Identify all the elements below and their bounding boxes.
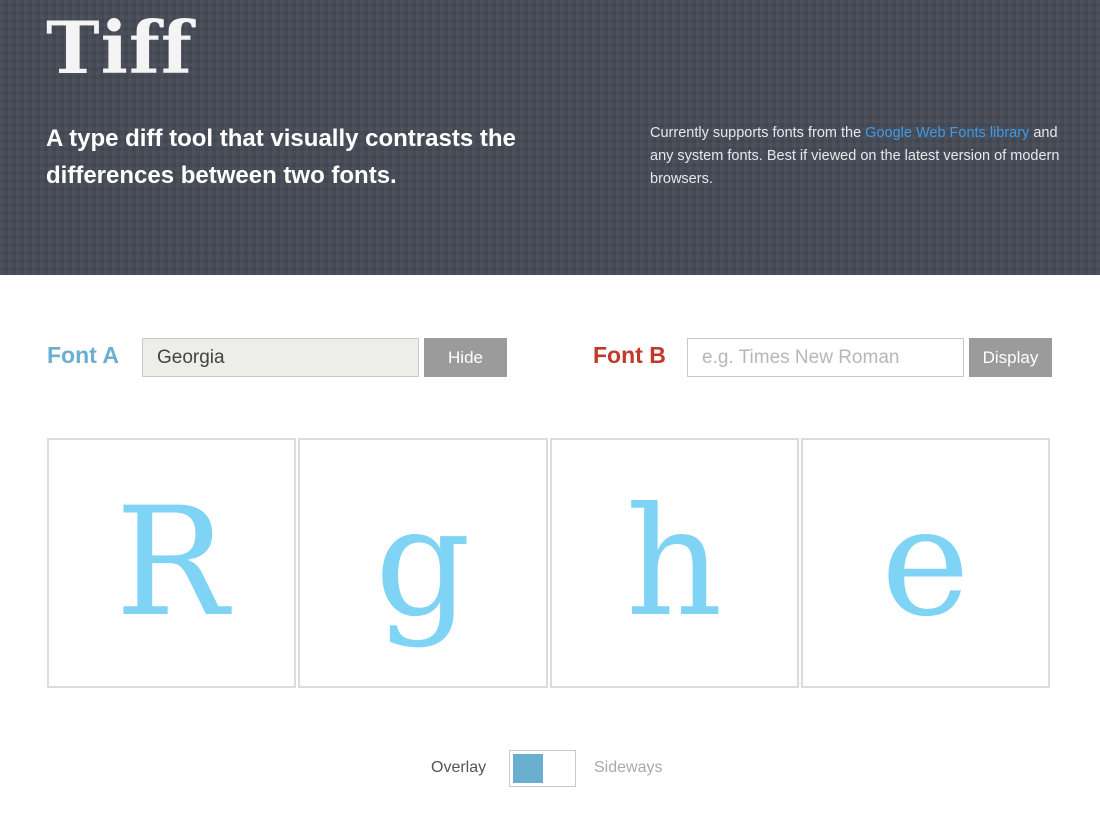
view-mode-toggle[interactable] xyxy=(509,750,576,787)
hide-button[interactable]: Hide xyxy=(424,338,507,377)
font-b-label: Font B xyxy=(593,342,666,368)
support-note: Currently supports fonts from the Google… xyxy=(650,122,1070,191)
glyph-box: g xyxy=(298,438,548,688)
glyph-g: g xyxy=(374,476,471,650)
google-web-fonts-link[interactable]: Google Web Fonts library xyxy=(865,125,1029,141)
support-text-prefix: Currently supports fonts from the xyxy=(650,125,866,141)
glyph-h: h xyxy=(625,476,723,650)
font-a-label: Font A xyxy=(47,342,119,368)
font-a-input[interactable] xyxy=(142,338,419,377)
glyph-box: e xyxy=(800,438,1050,688)
glyph-comparison-grid: R g h e xyxy=(47,438,1050,688)
glyph-e: e xyxy=(880,476,970,650)
glyph-R: R xyxy=(115,476,229,650)
tagline: A type diff tool that visually contrasts… xyxy=(46,125,516,189)
header: Tiff A type diff tool that visually cont… xyxy=(0,0,1100,275)
overlay-label[interactable]: Overlay xyxy=(431,758,486,778)
font-b-input[interactable] xyxy=(687,338,964,377)
display-button[interactable]: Display xyxy=(969,338,1052,377)
view-toggle-row: Overlay Sideways xyxy=(0,750,1100,787)
glyph-box: h xyxy=(549,438,799,688)
logo: Tiff xyxy=(46,5,193,90)
glyph-box: R xyxy=(47,438,297,688)
sideways-label[interactable]: Sideways xyxy=(594,758,662,778)
toggle-knob[interactable] xyxy=(513,754,543,783)
